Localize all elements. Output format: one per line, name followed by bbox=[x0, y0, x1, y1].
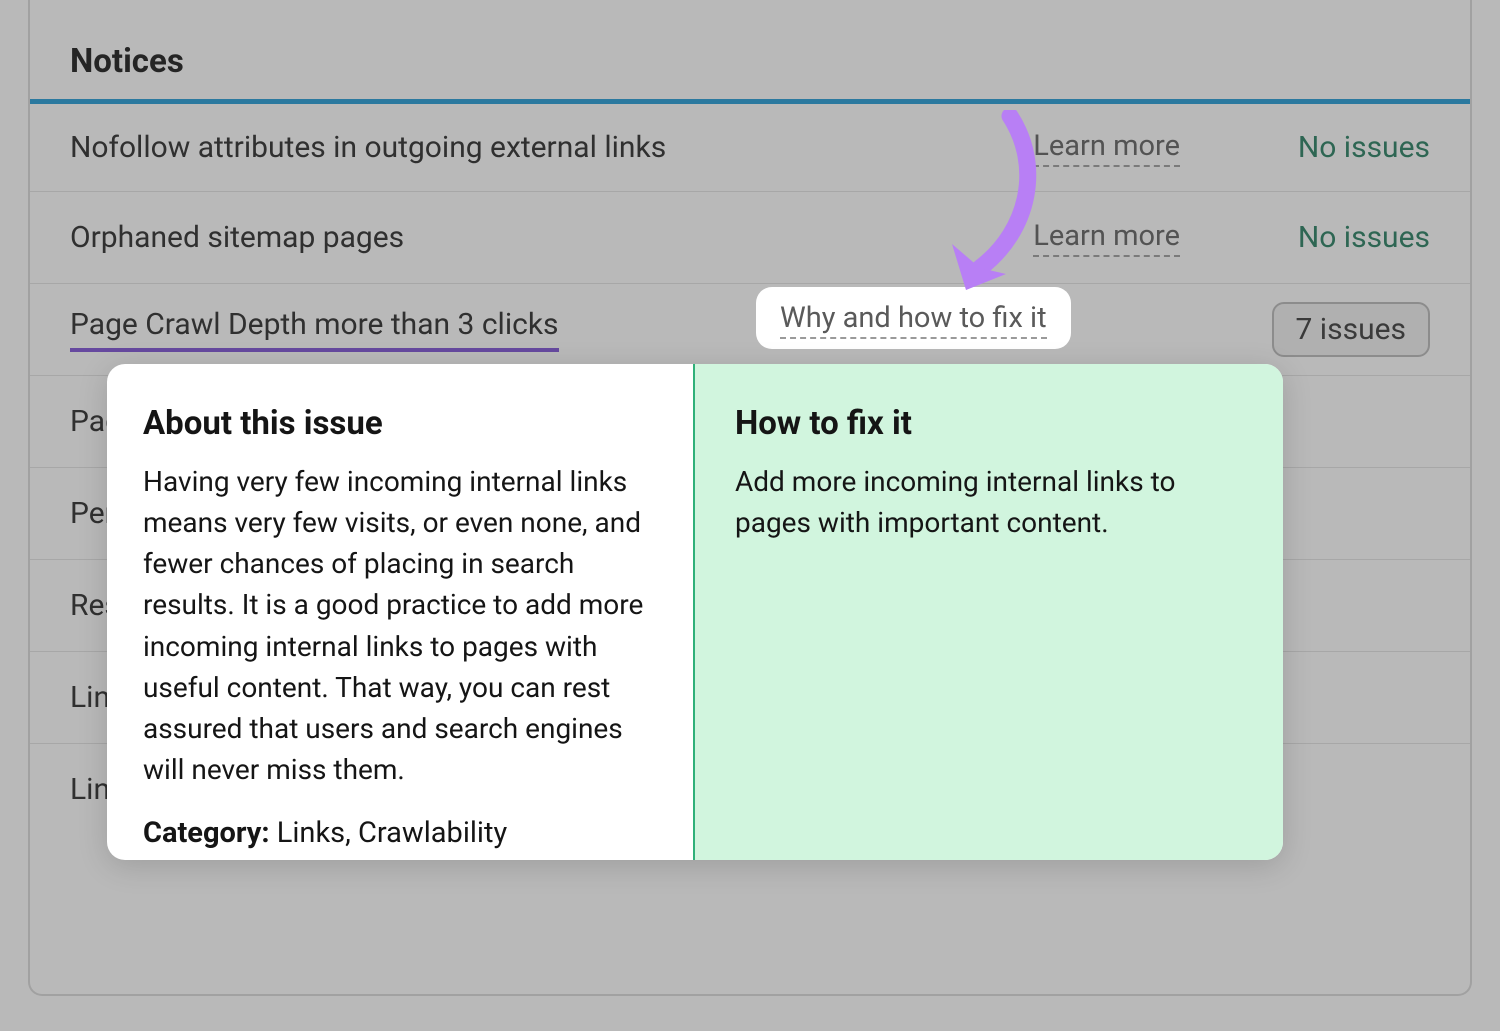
about-heading: About this issue bbox=[143, 404, 657, 443]
about-category: Category: Links, Crawlability bbox=[143, 816, 657, 850]
why-fix-pill: Why and how to fix it bbox=[756, 287, 1071, 349]
about-pane: About this issue Having very few incomin… bbox=[107, 364, 695, 860]
about-body: Having very few incoming internal links … bbox=[143, 461, 657, 790]
category-value: Links, Crawlability bbox=[277, 816, 507, 850]
fix-pane: How to fix it Add more incoming internal… bbox=[695, 364, 1283, 860]
fix-heading: How to fix it bbox=[735, 404, 1247, 443]
category-label: Category: bbox=[143, 816, 270, 850]
fix-body: Add more incoming internal links to page… bbox=[735, 461, 1247, 543]
issue-details-popover: About this issue Having very few incomin… bbox=[107, 364, 1283, 860]
why-fix-link[interactable]: Why and how to fix it bbox=[780, 301, 1047, 339]
